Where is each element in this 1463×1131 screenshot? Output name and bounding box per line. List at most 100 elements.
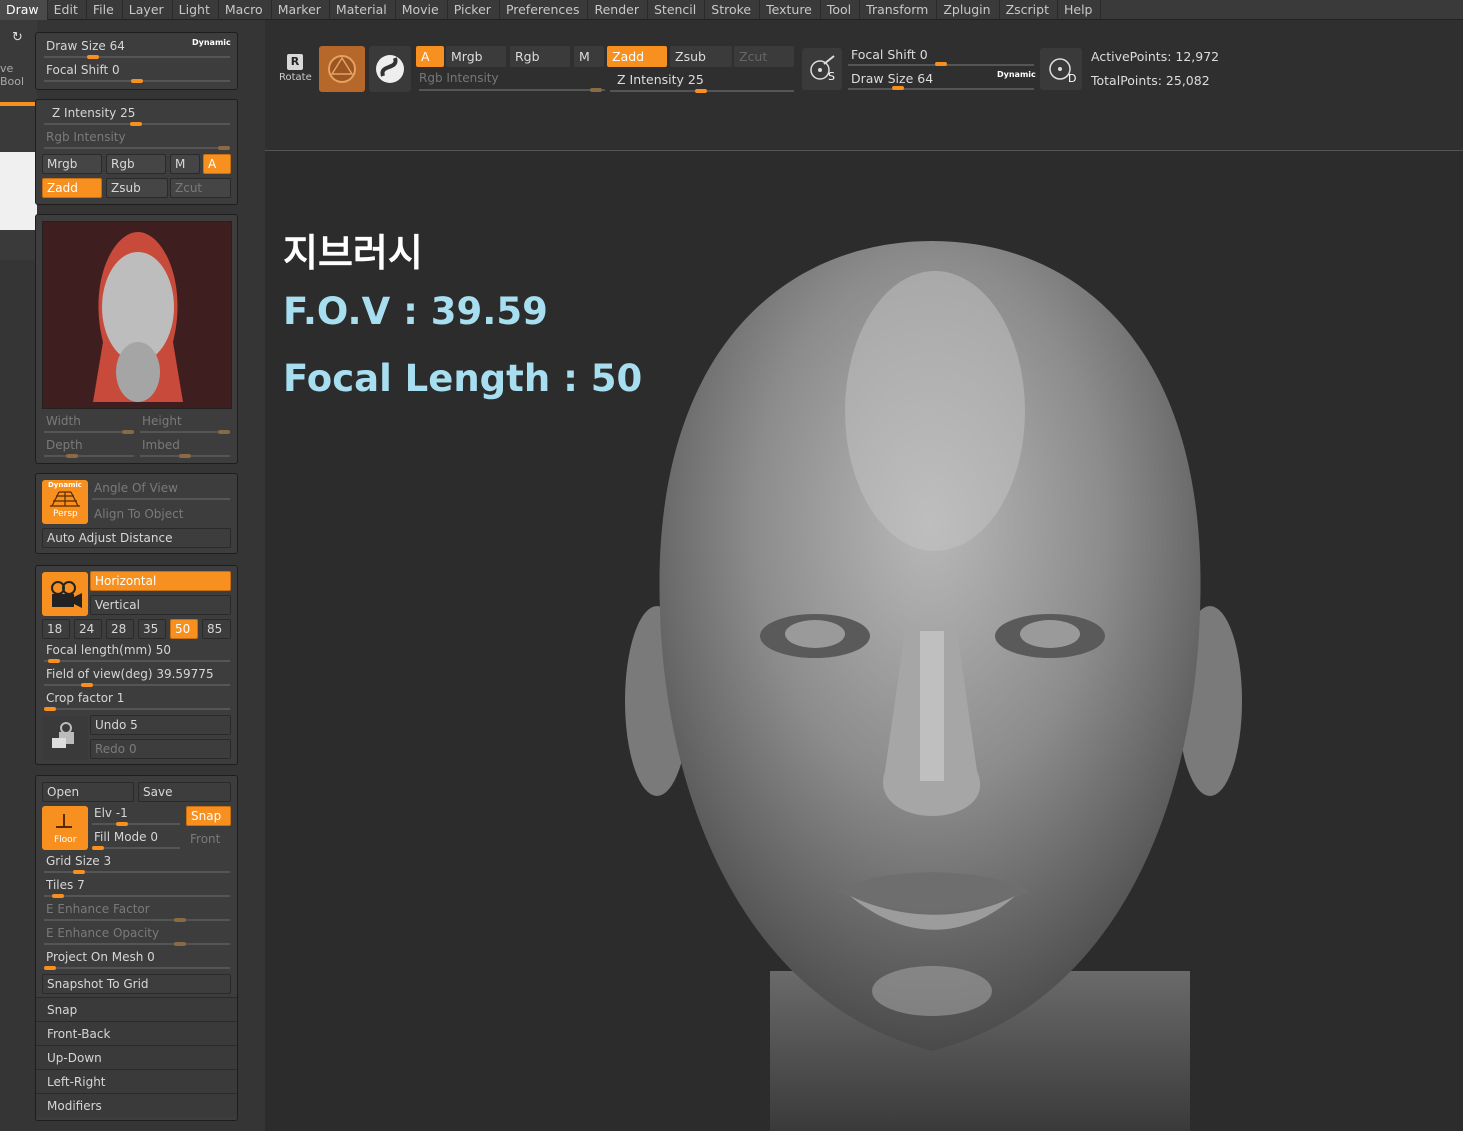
- e-enhance-factor-slider[interactable]: [44, 919, 230, 921]
- draw-size-knob[interactable]: [87, 55, 99, 59]
- menu-stencil[interactable]: Stencil: [648, 0, 706, 20]
- lazy-mouse-s-button[interactable]: S: [802, 48, 842, 90]
- tiles-slider[interactable]: [44, 895, 230, 897]
- shelf-rgb-button[interactable]: Rgb: [510, 46, 570, 67]
- camera-lock-button[interactable]: [42, 716, 88, 760]
- menu-edit[interactable]: Edit: [48, 0, 87, 20]
- floor-button[interactable]: Floor: [42, 806, 88, 850]
- field-of-view-knob[interactable]: [81, 683, 93, 687]
- height-knob[interactable]: [218, 430, 230, 434]
- front-back-row[interactable]: Front-Back: [36, 1021, 237, 1045]
- e-enhance-factor-knob[interactable]: [174, 918, 186, 922]
- crop-factor-slider[interactable]: [44, 708, 230, 710]
- front-button[interactable]: Front: [190, 832, 220, 846]
- menu-tool[interactable]: Tool: [821, 0, 861, 20]
- lens-50-button[interactable]: 50: [170, 619, 198, 639]
- align-to-object-button[interactable]: Align To Object: [94, 507, 183, 521]
- snap-toggle-button[interactable]: Snap: [186, 806, 231, 826]
- rgb-intensity-slider[interactable]: [44, 147, 230, 149]
- zsub-button[interactable]: Zsub: [106, 178, 168, 198]
- width-knob[interactable]: [122, 430, 134, 434]
- lens-35-button[interactable]: 35: [138, 619, 166, 639]
- save-button[interactable]: Save: [138, 782, 231, 802]
- menu-help[interactable]: Help: [1058, 0, 1102, 20]
- elv-slider[interactable]: [92, 823, 180, 825]
- rgb-intensity-knob[interactable]: [218, 146, 230, 150]
- menu-stroke[interactable]: Stroke: [705, 0, 761, 20]
- shelf-draw-size-slider[interactable]: [848, 88, 1034, 90]
- elv-knob[interactable]: [116, 822, 128, 826]
- refresh-icon[interactable]: ↻: [12, 30, 23, 45]
- snapshot-to-grid-button[interactable]: Snapshot To Grid: [42, 974, 231, 994]
- menu-layer[interactable]: Layer: [123, 0, 173, 20]
- shelf-zsub-button[interactable]: Zsub: [670, 46, 732, 67]
- open-button[interactable]: Open: [42, 782, 134, 802]
- angle-of-view-slider[interactable]: [92, 498, 230, 500]
- menu-marker[interactable]: Marker: [272, 0, 330, 20]
- shelf-a-button[interactable]: A: [416, 46, 444, 67]
- menu-light[interactable]: Light: [173, 0, 219, 20]
- menu-picker[interactable]: Picker: [448, 0, 500, 20]
- menu-texture[interactable]: Texture: [760, 0, 821, 20]
- grid-size-knob[interactable]: [73, 870, 85, 874]
- project-on-mesh-slider[interactable]: [44, 967, 230, 969]
- shelf-zadd-button[interactable]: Zadd: [607, 46, 667, 67]
- lens-18-button[interactable]: 18: [42, 619, 70, 639]
- m-button[interactable]: M: [170, 154, 200, 174]
- menu-transform[interactable]: Transform: [860, 0, 938, 20]
- persp-button[interactable]: Dynamic Persp: [42, 480, 88, 524]
- menu-preferences[interactable]: Preferences: [500, 0, 589, 20]
- menu-zscript[interactable]: Zscript: [1000, 0, 1058, 20]
- camera-button[interactable]: [42, 572, 88, 616]
- project-on-mesh-knob[interactable]: [44, 966, 56, 970]
- menu-movie[interactable]: Movie: [396, 0, 448, 20]
- camera-redo-button[interactable]: Redo 0: [90, 739, 231, 759]
- crop-factor-knob[interactable]: [44, 707, 56, 711]
- stroke-selector-button[interactable]: [369, 46, 411, 92]
- e-enhance-opacity-slider[interactable]: [44, 943, 230, 945]
- field-of-view-slider[interactable]: [44, 684, 230, 686]
- rgb-button[interactable]: Rgb: [106, 154, 166, 174]
- zadd-button[interactable]: Zadd: [42, 178, 102, 198]
- imbed-knob[interactable]: [179, 454, 191, 458]
- shelf-zcut-button[interactable]: Zcut: [734, 46, 794, 67]
- width-slider[interactable]: [44, 431, 134, 433]
- up-down-row[interactable]: Up-Down: [36, 1045, 237, 1069]
- tiles-knob[interactable]: [52, 894, 64, 898]
- backface-d-button[interactable]: D: [1040, 48, 1082, 90]
- mrgb-button[interactable]: Mrgb: [42, 154, 102, 174]
- focal-shift-knob[interactable]: [131, 79, 143, 83]
- menu-zplugin[interactable]: Zplugin: [937, 0, 1000, 20]
- shelf-rgb-intensity-knob[interactable]: [590, 88, 602, 92]
- left-right-row[interactable]: Left-Right: [36, 1069, 237, 1093]
- tool-thumbnail[interactable]: [42, 221, 232, 409]
- shelf-draw-size-knob[interactable]: [892, 86, 904, 90]
- z-intensity-knob[interactable]: [130, 122, 142, 126]
- lens-24-button[interactable]: 24: [74, 619, 102, 639]
- draw-size-slider[interactable]: [44, 56, 230, 58]
- horizontal-button[interactable]: Horizontal: [90, 571, 231, 591]
- lens-28-button[interactable]: 28: [106, 619, 134, 639]
- grid-size-slider[interactable]: [44, 871, 230, 873]
- fill-mode-slider[interactable]: [92, 847, 180, 849]
- vertical-button[interactable]: Vertical: [90, 595, 231, 615]
- modifiers-row[interactable]: Modifiers: [36, 1093, 237, 1117]
- focal-length-slider[interactable]: [44, 660, 230, 662]
- camera-undo-button[interactable]: Undo 5: [90, 715, 231, 735]
- shelf-mrgb-button[interactable]: Mrgb: [446, 46, 506, 67]
- snap-row[interactable]: Snap: [36, 997, 237, 1021]
- lens-85-button[interactable]: 85: [202, 619, 231, 639]
- menu-draw[interactable]: Draw: [0, 0, 48, 20]
- depth-knob[interactable]: [66, 454, 78, 458]
- shelf-z-intensity-knob[interactable]: [695, 89, 707, 93]
- menu-macro[interactable]: Macro: [219, 0, 272, 20]
- shelf-m-button[interactable]: M: [574, 46, 604, 67]
- fill-mode-knob[interactable]: [92, 846, 104, 850]
- shelf-dynamic-badge[interactable]: Dynamic: [997, 70, 1036, 79]
- a-button[interactable]: A: [203, 154, 231, 174]
- shelf-focal-shift-knob[interactable]: [935, 62, 947, 66]
- menu-material[interactable]: Material: [330, 0, 396, 20]
- menu-render[interactable]: Render: [588, 0, 648, 20]
- rotate-button[interactable]: R Rotate: [275, 50, 315, 90]
- e-enhance-opacity-knob[interactable]: [174, 942, 186, 946]
